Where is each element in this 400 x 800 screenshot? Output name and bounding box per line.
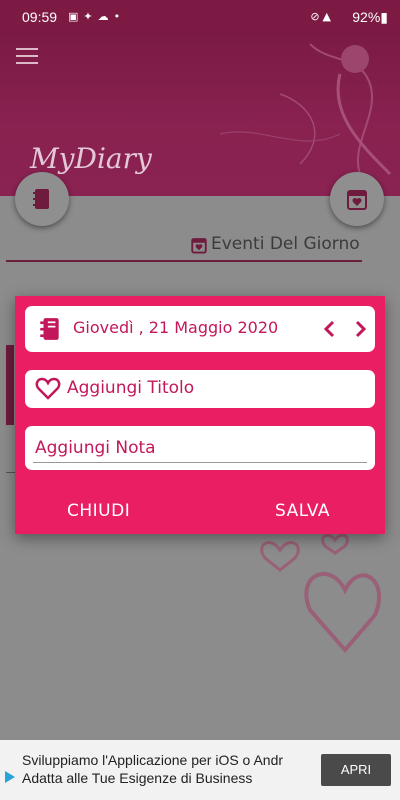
chevron-left-icon[interactable] [319, 318, 341, 340]
twitter-icon: ✦ [83, 10, 98, 23]
woman-illustration-icon [219, 43, 392, 176]
add-event-dialog: Giovedì , 21 Maggio 2020 Aggiungi Titolo… [15, 296, 385, 534]
ad-subline: Adatta alle Tue Esigenze di Business [22, 770, 253, 786]
battery-icon: ▮ [380, 9, 388, 25]
ad-headline: Sviluppiamo l'Applicazione per iOS o And… [22, 752, 284, 768]
menu-icon[interactable] [16, 48, 38, 64]
hearts-decoration-icon [260, 533, 382, 654]
notebook-icon [40, 318, 59, 340]
note-input[interactable]: Aggiungi Nota [25, 426, 375, 470]
ad-play-icon [5, 771, 15, 783]
app-title: MyDiary [30, 142, 152, 175]
date-label: Giovedì , 21 Maggio 2020 [73, 318, 279, 337]
status-system-icons: ⊘▲ [310, 10, 334, 23]
ad-banner[interactable]: Sviluppiamo l'Applicazione per iOS o And… [0, 740, 400, 800]
dot-icon: • [113, 10, 126, 23]
date-field: Giovedì , 21 Maggio 2020 [25, 306, 375, 352]
image-icon: ▣ [68, 10, 84, 23]
4g-signal-icon: ▲ [322, 10, 334, 23]
status-notification-icons: ▣✦☁• [68, 10, 125, 23]
status-time: 09:59 [22, 9, 58, 25]
app-header: MyDiary [0, 34, 400, 196]
weather-icon: ☁ [97, 10, 114, 23]
title-placeholder: Aggiungi Titolo [67, 378, 195, 398]
note-placeholder: Aggiungi Nota [35, 438, 156, 458]
heart-outline-icon [35, 377, 61, 400]
event-card-edge [6, 345, 14, 425]
calendar-heart-icon [191, 238, 207, 254]
notebook-icon [33, 189, 49, 209]
diary-button[interactable] [15, 172, 69, 226]
title-input[interactable]: Aggiungi Titolo [25, 370, 375, 408]
calendar-heart-icon [347, 190, 367, 210]
no-sim-icon: ⊘ [310, 10, 323, 23]
divider [6, 260, 362, 262]
battery-percentage: 92%▮ [352, 9, 388, 25]
close-button[interactable]: CHIUDI [67, 501, 130, 521]
calendar-button[interactable] [330, 172, 384, 226]
note-underline [33, 462, 367, 463]
chevron-right-icon[interactable] [349, 318, 371, 340]
status-bar: 09:59 ▣✦☁• ⊘▲ 92%▮ [0, 0, 400, 34]
events-title: Eventi Del Giorno [211, 234, 360, 254]
save-button[interactable]: SALVA [275, 501, 330, 521]
ad-open-button[interactable]: APRI [321, 754, 391, 786]
